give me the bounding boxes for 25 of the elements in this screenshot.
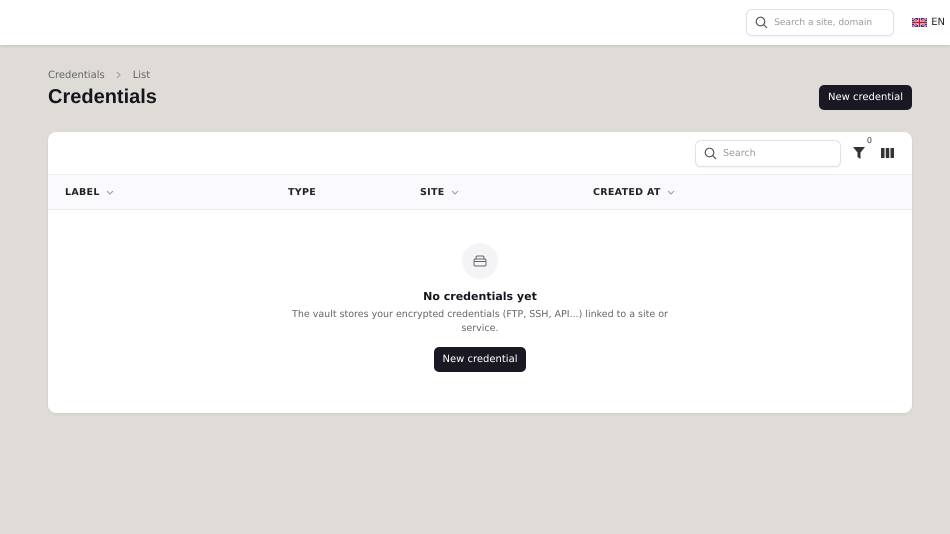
new-credential-button[interactable]: New credential bbox=[434, 347, 526, 372]
empty-title: No credentials yet bbox=[423, 290, 537, 303]
flag-icon bbox=[912, 18, 928, 27]
column-header: TYPE bbox=[288, 186, 318, 198]
chevron-right-icon bbox=[116, 71, 122, 79]
sort-chevron-icon bbox=[450, 190, 459, 194]
empty-description: The vault stores your encrypted credentials (FTP, SSH, API...) linked to a site or service. bbox=[291, 308, 669, 336]
new-credential-button[interactable]: New credential bbox=[819, 85, 912, 110]
sort-chevron-icon bbox=[106, 190, 114, 194]
column-header[interactable]: SITE bbox=[420, 186, 593, 198]
column-header[interactable]: CREATED AT bbox=[593, 186, 912, 198]
search-icon bbox=[755, 16, 768, 29]
language-selector[interactable]: EN bbox=[912, 17, 945, 28]
site-search-field[interactable]: Search a site, domain bbox=[746, 9, 894, 36]
search-icon bbox=[704, 146, 717, 160]
empty-state-icon bbox=[462, 243, 498, 279]
filter-count: 0 bbox=[866, 136, 872, 145]
sort-chevron-icon bbox=[666, 190, 675, 194]
page-title: Credentials bbox=[48, 86, 157, 109]
breadcrumb-item[interactable]: Credentials bbox=[48, 70, 105, 80]
filter-icon[interactable] bbox=[853, 147, 865, 159]
breadcrumb-item: List bbox=[132, 70, 150, 80]
column-header[interactable]: LABEL bbox=[65, 186, 288, 198]
columns-icon[interactable] bbox=[881, 148, 894, 158]
table-search-field[interactable]: Search bbox=[695, 140, 841, 166]
